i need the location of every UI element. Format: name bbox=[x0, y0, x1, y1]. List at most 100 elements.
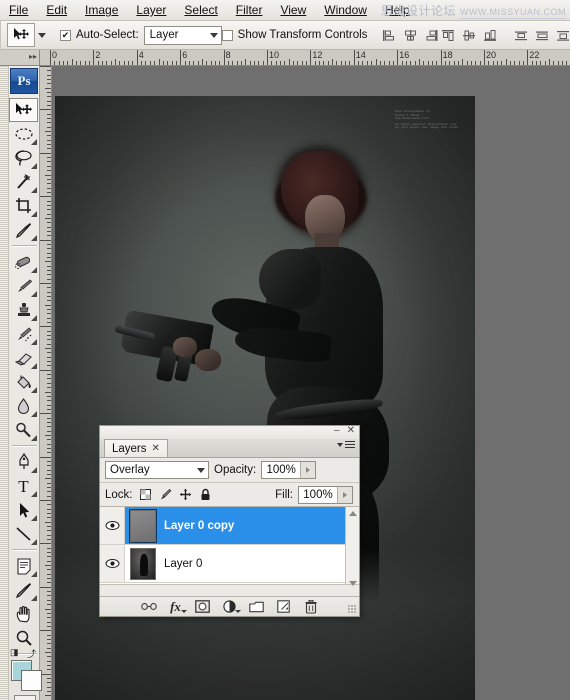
new-layer-icon[interactable] bbox=[276, 599, 292, 614]
lock-image-pixels-icon[interactable] bbox=[159, 488, 173, 502]
menu-item-image[interactable]: Image bbox=[76, 1, 127, 19]
layers-panel-titlebar[interactable]: – ✕ bbox=[100, 426, 359, 439]
ruler-minor-tick bbox=[47, 682, 51, 683]
fill-field[interactable]: 100% bbox=[298, 486, 353, 504]
menu-item-window[interactable]: Window bbox=[315, 1, 376, 19]
align-horizontal-centers-icon[interactable] bbox=[402, 27, 419, 44]
tool-type[interactable]: T bbox=[9, 474, 38, 498]
menu-item-view[interactable]: View bbox=[271, 1, 315, 19]
align-bottom-edges-icon[interactable] bbox=[482, 27, 499, 44]
tool-hand[interactable] bbox=[9, 602, 38, 626]
tool-magic-wand[interactable] bbox=[9, 170, 38, 194]
default-colors-icon[interactable]: ◨ bbox=[10, 647, 19, 658]
blend-mode-dropdown[interactable]: Overlay bbox=[105, 461, 209, 479]
tool-color-sampler[interactable] bbox=[9, 578, 38, 602]
auto-select-target-dropdown[interactable]: Layer bbox=[144, 26, 222, 45]
layer-name[interactable]: Layer 0 copy bbox=[164, 520, 234, 532]
tool-paint-bucket[interactable] bbox=[9, 370, 38, 394]
auto-select-checkbox[interactable]: ✔ bbox=[60, 30, 71, 41]
ruler-minor-tick bbox=[47, 179, 51, 180]
tool-dodge[interactable] bbox=[9, 418, 38, 442]
new-group-icon[interactable] bbox=[249, 599, 265, 614]
tool-pen[interactable] bbox=[9, 450, 38, 474]
distribute-vertical-centers-icon[interactable] bbox=[534, 27, 551, 44]
horizontal-ruler[interactable]: 0246810121416182022 bbox=[40, 50, 570, 66]
ruler-minor-tick bbox=[45, 261, 51, 262]
delete-layer-icon[interactable] bbox=[303, 599, 319, 614]
layers-list-scrollbar[interactable] bbox=[345, 507, 359, 584]
layer-style-fx-icon[interactable]: fx bbox=[168, 599, 184, 614]
layers-panel-close-button[interactable]: ✕ bbox=[347, 426, 355, 436]
table-row[interactable]: Layer 0 copy bbox=[100, 507, 359, 545]
vertical-ruler[interactable] bbox=[40, 66, 52, 700]
layers-panel-resize-grip[interactable] bbox=[348, 605, 357, 614]
opacity-slider-arrow-icon[interactable] bbox=[300, 462, 315, 478]
lock-all-icon[interactable] bbox=[199, 488, 213, 502]
layer-name[interactable]: Layer 0 bbox=[164, 558, 202, 570]
layers-panel-menu-button[interactable] bbox=[337, 441, 355, 448]
background-color-swatch[interactable] bbox=[21, 670, 42, 691]
align-right-edges-icon[interactable] bbox=[423, 27, 440, 44]
ruler-minor-tick bbox=[258, 61, 259, 65]
tool-eyedropper[interactable] bbox=[9, 218, 38, 242]
tool-notes[interactable] bbox=[9, 554, 38, 578]
tab-layers[interactable]: Layers ✕ bbox=[104, 439, 168, 457]
layer-visibility-toggle[interactable] bbox=[100, 507, 125, 544]
ruler-minor-tick bbox=[45, 478, 51, 479]
tool-history-brush[interactable] bbox=[9, 322, 38, 346]
toolbox-grip[interactable] bbox=[0, 66, 9, 700]
ruler-minor-tick bbox=[47, 409, 51, 410]
menu-item-edit[interactable]: Edit bbox=[37, 1, 76, 19]
tool-blur[interactable] bbox=[9, 394, 38, 418]
menu-item-filter[interactable]: Filter bbox=[227, 1, 272, 19]
align-vertical-centers-icon[interactable] bbox=[461, 27, 478, 44]
menu-item-file[interactable]: File bbox=[0, 1, 37, 19]
show-transform-controls-checkbox[interactable] bbox=[222, 30, 233, 41]
distribute-bottom-edges-icon[interactable] bbox=[555, 27, 570, 44]
ruler-minor-tick bbox=[332, 59, 333, 65]
layer-mask-icon[interactable] bbox=[195, 599, 211, 614]
tool-clone-stamp[interactable] bbox=[9, 298, 38, 322]
layers-list[interactable]: Layer 0 copy Layer 0 bbox=[100, 507, 359, 584]
fill-slider-arrow-icon[interactable] bbox=[337, 487, 352, 503]
layer-visibility-toggle[interactable] bbox=[100, 545, 125, 582]
tool-healing-brush[interactable] bbox=[9, 250, 38, 274]
menu-item-select[interactable]: Select bbox=[175, 1, 226, 19]
tool-lasso[interactable] bbox=[9, 146, 38, 170]
tool-crop[interactable] bbox=[9, 194, 38, 218]
scroll-up-arrow-icon[interactable] bbox=[346, 507, 359, 519]
quick-mask-mode-button[interactable] bbox=[14, 695, 36, 700]
ruler-minor-tick bbox=[47, 431, 51, 432]
ruler-major-tick bbox=[40, 153, 51, 154]
align-left-edges-icon[interactable] bbox=[381, 27, 398, 44]
ruler-corner[interactable]: ▸▸ bbox=[0, 50, 40, 66]
tool-brush[interactable] bbox=[9, 274, 38, 298]
tool-path-selection[interactable] bbox=[9, 498, 38, 522]
tool-line[interactable] bbox=[9, 522, 38, 546]
tool-preset-chevron-down-icon[interactable] bbox=[38, 33, 46, 38]
tab-layers-close-icon[interactable]: ✕ bbox=[152, 443, 160, 454]
layers-panel[interactable]: – ✕ Layers ✕ Overlay Opacity: 100% bbox=[99, 425, 360, 617]
layer-thumbnail[interactable] bbox=[130, 510, 156, 542]
swap-colors-icon[interactable]: ⤴ bbox=[27, 647, 36, 660]
adjustment-layer-icon[interactable] bbox=[222, 599, 238, 614]
options-bar-grip[interactable] bbox=[0, 21, 1, 50]
tool-eraser[interactable] bbox=[9, 346, 38, 370]
align-top-edges-icon[interactable] bbox=[440, 27, 457, 44]
tool-marquee[interactable] bbox=[9, 122, 38, 146]
ruler-minor-tick bbox=[271, 61, 272, 65]
layer-thumbnail[interactable] bbox=[130, 548, 156, 580]
distribute-top-edges-icon[interactable] bbox=[513, 27, 530, 44]
opacity-field[interactable]: 100% bbox=[261, 461, 316, 479]
layers-panel-minimize-button[interactable]: – bbox=[334, 426, 340, 436]
table-row[interactable]: Layer 0 bbox=[100, 545, 359, 583]
lock-transparent-pixels-icon[interactable] bbox=[139, 488, 153, 502]
ruler-minor-tick bbox=[45, 652, 51, 653]
link-layers-icon[interactable] bbox=[141, 599, 157, 614]
move-tool-icon[interactable] bbox=[7, 23, 35, 47]
lock-position-icon[interactable] bbox=[179, 488, 193, 502]
toolbox-divider-1 bbox=[12, 245, 37, 247]
menu-item-layer[interactable]: Layer bbox=[127, 1, 175, 19]
tool-move[interactable] bbox=[9, 98, 38, 122]
tool-preset-picker[interactable] bbox=[7, 23, 46, 47]
